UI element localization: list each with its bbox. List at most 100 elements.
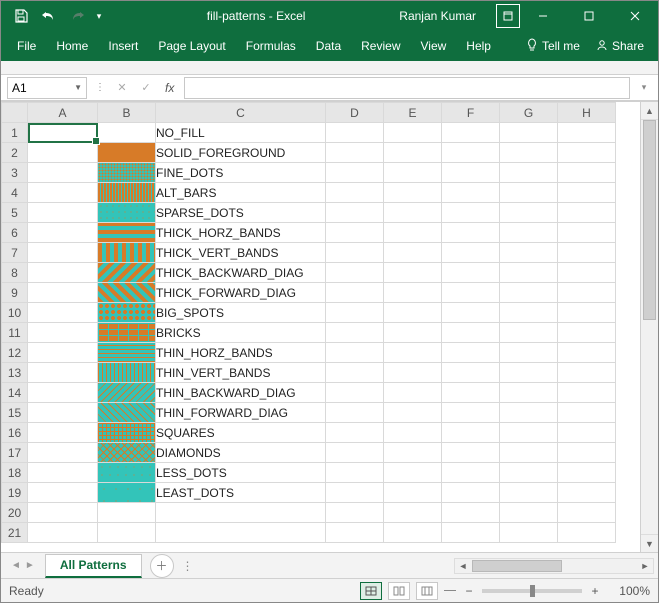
cell-C2[interactable]: SOLID_FOREGROUND <box>156 143 326 163</box>
cell-A11[interactable] <box>28 323 98 343</box>
cell-D3[interactable] <box>326 163 384 183</box>
row-header-13[interactable]: 13 <box>2 363 28 383</box>
cell-G8[interactable] <box>500 263 558 283</box>
cell-A6[interactable] <box>28 223 98 243</box>
scroll-up-button[interactable]: ▲ <box>641 102 658 120</box>
vertical-scroll-thumb[interactable] <box>643 120 656 320</box>
cell-F2[interactable] <box>442 143 500 163</box>
cell-G18[interactable] <box>500 463 558 483</box>
cell-D7[interactable] <box>326 243 384 263</box>
column-header-H[interactable]: H <box>558 103 616 123</box>
cell-H3[interactable] <box>558 163 616 183</box>
cell-B12[interactable] <box>98 343 156 363</box>
cell-F4[interactable] <box>442 183 500 203</box>
cell-E7[interactable] <box>384 243 442 263</box>
cell-F20[interactable] <box>442 503 500 523</box>
ribbon-tab-view[interactable]: View <box>411 31 457 61</box>
cell-E21[interactable] <box>384 523 442 543</box>
cell-D13[interactable] <box>326 363 384 383</box>
cell-G9[interactable] <box>500 283 558 303</box>
cell-C4[interactable]: ALT_BARS <box>156 183 326 203</box>
cell-C20[interactable] <box>156 503 326 523</box>
cell-B16[interactable] <box>98 423 156 443</box>
cell-E12[interactable] <box>384 343 442 363</box>
cell-A7[interactable] <box>28 243 98 263</box>
cell-G14[interactable] <box>500 383 558 403</box>
cell-A19[interactable] <box>28 483 98 503</box>
ribbon-tab-page-layout[interactable]: Page Layout <box>148 31 235 61</box>
cell-A3[interactable] <box>28 163 98 183</box>
cell-E16[interactable] <box>384 423 442 443</box>
row-header-12[interactable]: 12 <box>2 343 28 363</box>
cell-C5[interactable]: SPARSE_DOTS <box>156 203 326 223</box>
cell-C17[interactable]: DIAMONDS <box>156 443 326 463</box>
cell-H6[interactable] <box>558 223 616 243</box>
zoom-value[interactable]: 100% <box>608 584 650 598</box>
cell-A16[interactable] <box>28 423 98 443</box>
row-header-4[interactable]: 4 <box>2 183 28 203</box>
cell-E9[interactable] <box>384 283 442 303</box>
cell-H11[interactable] <box>558 323 616 343</box>
qat-customize-button[interactable]: ▾ <box>93 4 105 28</box>
insert-function-button[interactable]: fx <box>161 81 178 95</box>
cell-B4[interactable] <box>98 183 156 203</box>
cell-C1[interactable]: NO_FILL <box>156 123 326 143</box>
row-header-11[interactable]: 11 <box>2 323 28 343</box>
cell-A10[interactable] <box>28 303 98 323</box>
cell-D10[interactable] <box>326 303 384 323</box>
horizontal-scroll-thumb[interactable] <box>472 560 562 572</box>
cell-G20[interactable] <box>500 503 558 523</box>
cell-D15[interactable] <box>326 403 384 423</box>
ribbon-tab-help[interactable]: Help <box>456 31 501 61</box>
cell-G19[interactable] <box>500 483 558 503</box>
column-header-C[interactable]: C <box>156 103 326 123</box>
ribbon-display-options-button[interactable] <box>496 4 520 28</box>
row-header-6[interactable]: 6 <box>2 223 28 243</box>
cell-A12[interactable] <box>28 343 98 363</box>
formula-input[interactable] <box>184 77 630 99</box>
formula-bar-expand-button[interactable]: ▾ <box>636 82 652 93</box>
enter-formula-button[interactable]: ✓ <box>137 79 155 97</box>
cell-H16[interactable] <box>558 423 616 443</box>
cell-H7[interactable] <box>558 243 616 263</box>
cell-H21[interactable] <box>558 523 616 543</box>
cell-B3[interactable] <box>98 163 156 183</box>
cell-A2[interactable] <box>28 143 98 163</box>
cell-F12[interactable] <box>442 343 500 363</box>
row-header-5[interactable]: 5 <box>2 203 28 223</box>
cell-E20[interactable] <box>384 503 442 523</box>
column-header-D[interactable]: D <box>326 103 384 123</box>
ribbon-tab-formulas[interactable]: Formulas <box>236 31 306 61</box>
cell-E17[interactable] <box>384 443 442 463</box>
cell-H20[interactable] <box>558 503 616 523</box>
cell-F17[interactable] <box>442 443 500 463</box>
row-header-3[interactable]: 3 <box>2 163 28 183</box>
cell-A5[interactable] <box>28 203 98 223</box>
tell-me-search[interactable]: Tell me <box>518 31 588 61</box>
cell-G1[interactable] <box>500 123 558 143</box>
sheet-nav-next-button[interactable]: ► <box>25 560 35 571</box>
cell-C14[interactable]: THIN_BACKWARD_DIAG <box>156 383 326 403</box>
cell-H14[interactable] <box>558 383 616 403</box>
row-header-1[interactable]: 1 <box>2 123 28 143</box>
cell-D19[interactable] <box>326 483 384 503</box>
cell-F7[interactable] <box>442 243 500 263</box>
cell-G6[interactable] <box>500 223 558 243</box>
cell-G10[interactable] <box>500 303 558 323</box>
cell-A18[interactable] <box>28 463 98 483</box>
cell-G15[interactable] <box>500 403 558 423</box>
worksheet-grid[interactable]: ABCDEFGH1NO_FILL2SOLID_FOREGROUND3FINE_D… <box>1 102 640 552</box>
cell-C8[interactable]: THICK_BACKWARD_DIAG <box>156 263 326 283</box>
cell-F18[interactable] <box>442 463 500 483</box>
cell-E5[interactable] <box>384 203 442 223</box>
cell-A14[interactable] <box>28 383 98 403</box>
cell-E11[interactable] <box>384 323 442 343</box>
cell-G12[interactable] <box>500 343 558 363</box>
cell-A9[interactable] <box>28 283 98 303</box>
column-header-A[interactable]: A <box>28 103 98 123</box>
cell-B20[interactable] <box>98 503 156 523</box>
cell-B2[interactable] <box>98 143 156 163</box>
column-header-B[interactable]: B <box>98 103 156 123</box>
share-button[interactable]: Share <box>588 31 652 61</box>
cell-F16[interactable] <box>442 423 500 443</box>
